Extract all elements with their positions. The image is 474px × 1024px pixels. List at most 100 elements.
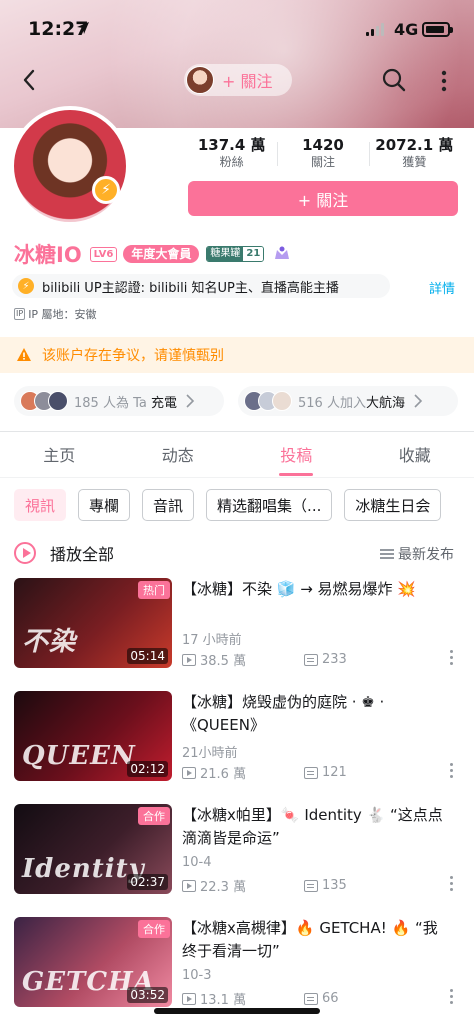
network-type: 4G (394, 20, 419, 39)
sort-icon (380, 549, 394, 559)
divider (0, 477, 474, 478)
danmaku-icon (304, 766, 318, 779)
header-avatar (186, 66, 214, 94)
fleet-text: 516 人加入大航海 (298, 395, 405, 411)
fan-medal-name: 糖果罐 (207, 247, 244, 261)
ip-icon: IP (14, 308, 26, 320)
status-bar: 12:27 4G (0, 0, 474, 58)
follow-button[interactable]: + 關注 (188, 181, 458, 216)
video-thumbnail[interactable]: Identity 合作 02:37 (14, 804, 172, 894)
view-count-icon (182, 653, 196, 666)
video-date: 10-3 (182, 968, 212, 983)
video-date: 21小時前 (182, 746, 238, 761)
video-item[interactable]: QUEEN 02:12 【冰糖】烧毁虚伪的庭院 · ♚ · 《QUEEN》 21… (0, 691, 474, 791)
video-item[interactable]: Identity 合作 02:37 【冰糖x帕里】🍬 Identity 🐇 “这… (0, 804, 474, 904)
header-follow-button[interactable]: + 關注 (184, 64, 292, 96)
video-stats: 21.6 萬 121 (182, 763, 347, 782)
stat-likes-value: 2072.1 萬 (375, 136, 454, 154)
view-count: 13.1 萬 (200, 993, 247, 1008)
tab-favorites[interactable]: 收藏 (356, 442, 474, 476)
view-count-icon (182, 766, 196, 779)
video-thumbnail[interactable]: GETCHA 合作 03:52 (14, 917, 172, 1007)
tab-home[interactable]: 主页 (0, 442, 119, 476)
video-title[interactable]: 【冰糖】不染 🧊 → 易燃易爆炸 💥 (182, 578, 452, 601)
video-item[interactable]: GETCHA 合作 03:52 【冰糖x高槻律】🔥 GETCHA! 🔥 “我终于… (0, 917, 474, 1017)
crown-medal-icon[interactable] (272, 244, 292, 264)
stat-following[interactable]: 1420 關注 (277, 136, 368, 170)
video-more-icon[interactable] (449, 650, 455, 668)
video-stats: 38.5 萬 233 (182, 650, 347, 669)
certification-row: ⚡ bilibili UP主認證: bilibili 知名UP主、直播高能主播 (12, 274, 390, 298)
battery-icon (422, 22, 453, 37)
ip-location: IP IP 屬地：安徽 (14, 306, 97, 322)
sort-button[interactable]: 最新发布 (380, 544, 454, 564)
stat-following-label: 關注 (310, 155, 335, 169)
stat-fans-label: 粉絲 (219, 155, 244, 169)
video-more-icon[interactable] (449, 763, 455, 781)
stat-fans-value: 137.4 萬 (197, 136, 266, 154)
play-circle-icon (14, 542, 36, 564)
video-title[interactable]: 【冰糖x高槻律】🔥 GETCHA! 🔥 “我终于看清一切” (182, 917, 452, 963)
stat-following-value: 1420 (302, 136, 344, 154)
video-stats: 22.3 萬 135 (182, 876, 347, 895)
header-follow-label: + 關注 (222, 72, 273, 91)
view-count: 21.6 萬 (200, 767, 247, 782)
video-thumbnail[interactable]: QUEEN 02:12 (14, 691, 172, 781)
profile-tabs: 主页 动态 投稿 收藏 (0, 442, 474, 476)
level-badge: LV6 (89, 246, 118, 262)
tab-dynamic[interactable]: 动态 (119, 442, 238, 476)
chip-articles[interactable]: 專欄 (78, 489, 131, 521)
thumbnail-text: QUEEN (22, 741, 136, 771)
chip-cover-collection[interactable]: 精选翻唱集（... (206, 489, 333, 521)
lightning-icon: ⚡ (18, 278, 34, 294)
video-date: 10-4 (182, 855, 212, 870)
video-more-icon[interactable] (449, 989, 455, 1007)
video-more-icon[interactable] (449, 876, 455, 894)
view-count: 38.5 萬 (200, 654, 247, 669)
danmaku-icon (304, 992, 318, 1005)
fleet-button[interactable]: 516 人加入大航海 (238, 386, 458, 416)
video-date: 17 小時前 (182, 633, 242, 648)
chevron-right-icon (186, 394, 195, 408)
video-thumbnail[interactable]: 不染 热门 05:14 (14, 578, 172, 668)
sort-label: 最新发布 (398, 547, 454, 563)
stat-fans[interactable]: 137.4 萬 粉絲 (186, 136, 277, 170)
video-duration: 02:12 (127, 761, 168, 777)
fan-medal[interactable]: 糖果罐 21 (206, 246, 265, 262)
ip-location-text: IP 屬地：安徽 (28, 308, 97, 321)
chip-audio[interactable]: 音訊 (142, 489, 195, 521)
thumb-tag: 热门 (138, 581, 170, 599)
details-link[interactable]: 詳情 (429, 278, 455, 297)
danmaku-icon (304, 653, 318, 666)
thumbnail-text: Identity (22, 854, 145, 884)
video-title[interactable]: 【冰糖x帕里】🍬 Identity 🐇 “这点点滴滴皆是命运” (182, 804, 452, 850)
chip-birthday[interactable]: 冰糖生日会 (344, 489, 442, 521)
avatar[interactable] (10, 106, 130, 226)
thumb-tag: 合作 (138, 920, 170, 938)
video-stats: 13.1 萬 66 (182, 989, 339, 1008)
play-all-button[interactable]: 播放全部 (14, 541, 114, 565)
warning-icon (17, 348, 31, 361)
profile-stats: 137.4 萬 粉絲 1420 關注 2072.1 萬 獲贊 (186, 136, 460, 170)
certification-text: bilibili UP主認證: bilibili 知名UP主、直播高能主播 (42, 280, 339, 296)
view-count: 22.3 萬 (200, 880, 247, 895)
warning-text: 该账户存在争议，请谨慎甄别 (42, 348, 224, 364)
thumbnail-text: 不染 (22, 627, 77, 657)
search-icon[interactable] (381, 67, 407, 93)
more-icon[interactable] (436, 68, 452, 94)
fleet-avatar (272, 391, 292, 411)
view-count-icon (182, 879, 196, 892)
video-duration: 03:52 (127, 987, 168, 1003)
charge-text: 185 人為 Ta 充電 (74, 395, 177, 411)
video-item[interactable]: 不染 热门 05:14 【冰糖】不染 🧊 → 易燃易爆炸 💥 17 小時前 38… (0, 578, 474, 678)
stat-likes[interactable]: 2072.1 萬 獲贊 (368, 136, 460, 170)
chip-video[interactable]: 視訊 (14, 489, 67, 521)
back-icon[interactable] (18, 66, 42, 94)
video-duration: 02:37 (127, 874, 168, 890)
vip-badge[interactable]: 年度大會員 (123, 245, 200, 263)
fan-medal-level: 21 (243, 247, 264, 261)
tab-uploads[interactable]: 投稿 (237, 442, 356, 476)
charge-button[interactable]: 185 人為 Ta 充電 (14, 386, 224, 416)
home-indicator (154, 1008, 320, 1014)
video-title[interactable]: 【冰糖】烧毁虚伪的庭院 · ♚ · 《QUEEN》 (182, 691, 452, 737)
